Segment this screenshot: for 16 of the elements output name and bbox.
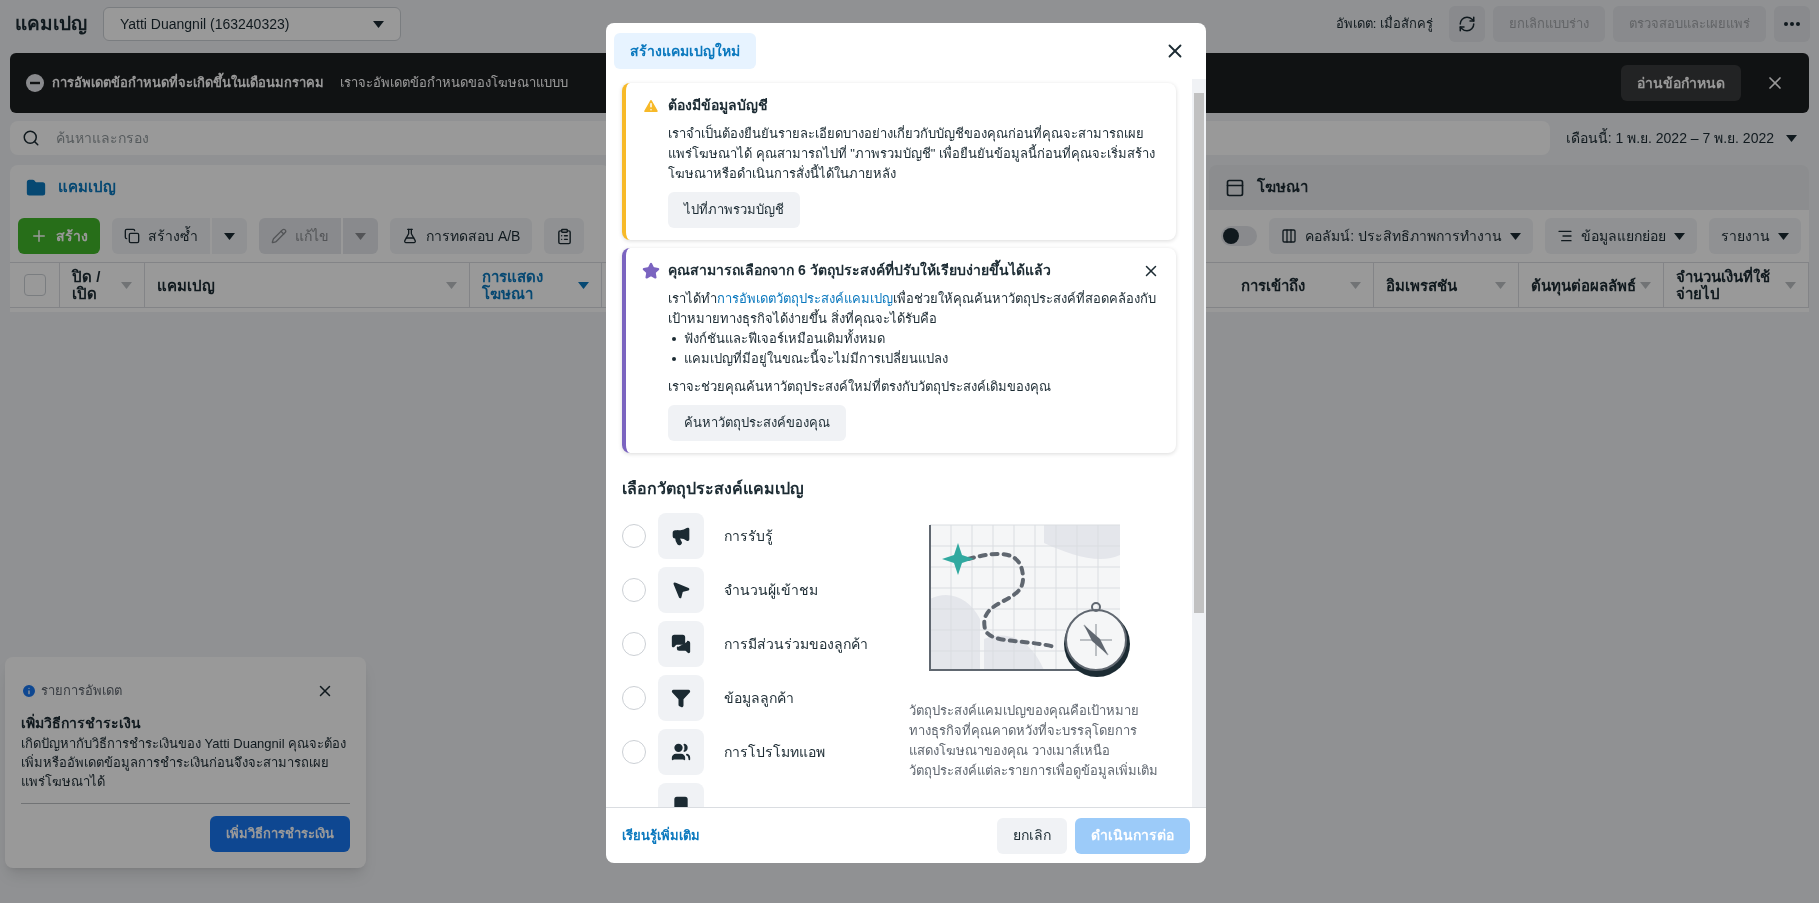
notice-text: เราได้ทำการอัพเดตวัตถุประสงค์แคมเปญเพื่อช่วยให้คุณค้นหาวัตถุประสงค์ที่สอดคล้องกับเป้าหมายทางธุรกิจได้ง่ายขึ้น สิ่งที่คุณจะได้รับคือ xyxy=(668,289,1157,329)
section-title: เลือกวัตถุประสงค์แคมเปญ xyxy=(622,478,805,501)
notice-text: เราจำเป็นต้องยืนยันรายละเอียดบางอย่างเกี่ยวกับบัญชีของคุณก่อนที่คุณจะสามารถเผยแพร่โฆษณาได้ คุณสามารถไปที่ "ภาพรวมบัญชี" เพื่อยืนยันข้อมูลนี้ก่อนที่คุณจะเริ่มสร้างโฆษณาหรือดำเนินการสั่งนี้ได้ในภายหลัง xyxy=(668,124,1157,183)
notice-text: เราจะช่วยคุณค้นหาวัตถุประสงค์ใหม่ที่ตรงกับวัตถุประสงค์เดิมของคุณ xyxy=(668,377,1052,397)
banner-text: เราจะอัพเดตข้อกำหนดของโฆษณาแบบบ xyxy=(340,74,568,93)
bullet-text: ฟังก์ชันและฟีเจอร์เหมือนเดิมทั้งหมด xyxy=(684,329,885,348)
notice-title: คุณสามารถเลือกจาก 6 วัตถุประสงค์ที่ปรับให้เรียบง่ายขึ้นได้แล้ว xyxy=(668,260,1051,281)
notification-text: เกิดปัญหากับวิธีการชำระเงินของ Yatti Duangnil คุณจะต้องเพิ่มหรืออัพเดตข้อมูลการชำระเงินก่อนจึงจะสามารถเผยแพร่โฆษณาได้ xyxy=(21,734,348,791)
banner-title: การอัพเดตข้อกำหนดที่จะเกิดขึ้นในเดือนมกราคม xyxy=(52,73,324,93)
bullet-text: แคมเปญที่มีอยู่ในขณะนี้จะไม่มีการเปลี่ยนแปลง xyxy=(684,349,948,369)
objective-description: วัตถุประสงค์แคมเปญของคุณคือเป้าหมายทางธุรกิจที่คุณคาดหวังที่จะบรรลุโดยการแสดงโฆษณาของคุณ วางเมาส์เหนือวัตถุประสงค์แต่ละรายการเพื่อดูข้อมูลเพิ่มเติม xyxy=(909,702,1159,781)
notice-title: ต้องมีข้อมูลบัญชี xyxy=(668,96,768,116)
update-status: อัพเดต: เมื่อสักครู่ xyxy=(1335,14,1433,34)
page-title: แคมเปญ xyxy=(15,11,87,37)
notification-title: เพิ่มวิธีการชำระเงิน xyxy=(21,712,142,733)
notification-category: รายการอัพเดต xyxy=(41,682,122,700)
